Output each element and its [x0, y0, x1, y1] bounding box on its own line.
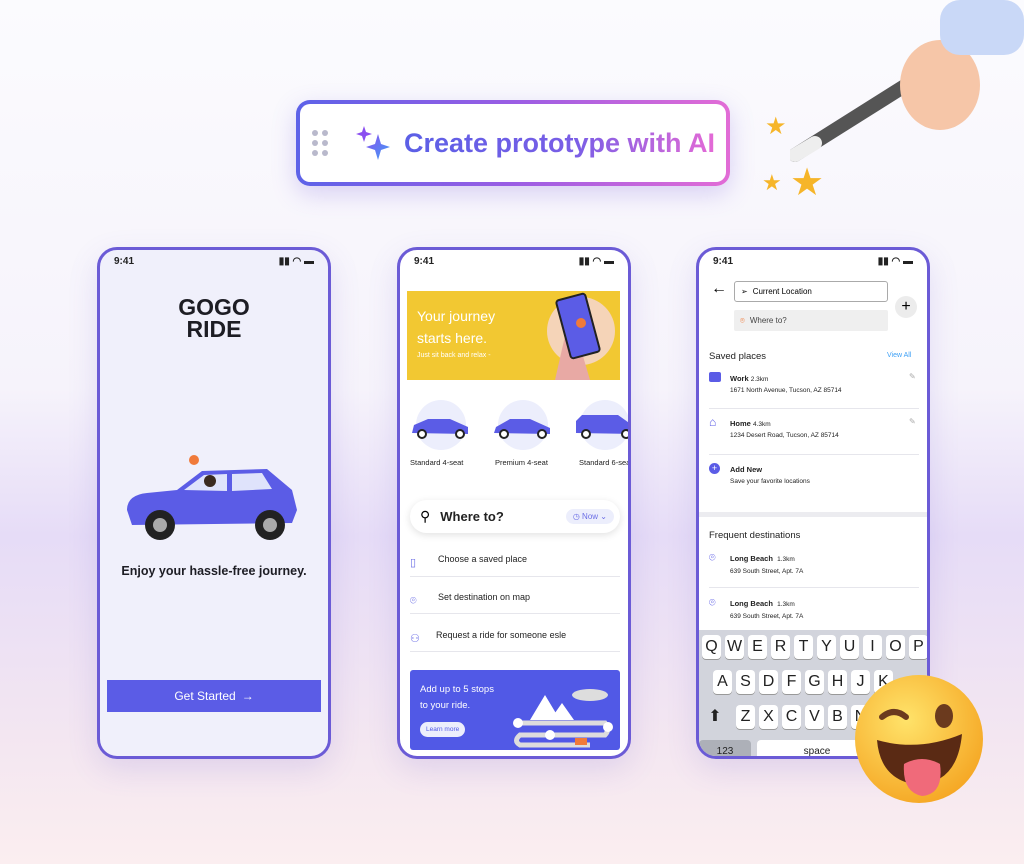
key[interactable]: X [759, 705, 778, 729]
key[interactable]: S [736, 670, 755, 694]
map-pin-icon: ⌾ [709, 597, 716, 609]
stops-promo-card[interactable]: Add up to 5 stops to your ride. Learn mor… [410, 670, 620, 750]
home-icon: ⌂ [709, 415, 717, 429]
hand-with-wand-illustration [788, 0, 1024, 165]
where-to-input[interactable]: ⌾ Where to? [734, 310, 888, 331]
time-chip[interactable]: ◷ Now ⌄ [565, 509, 614, 524]
key[interactable]: E [748, 635, 767, 659]
key[interactable]: Z [736, 705, 755, 729]
search-placeholder: Where to? [440, 509, 504, 524]
map-pin-icon: ⌾ [410, 595, 417, 607]
navigation-arrow-icon: ➢ [741, 287, 748, 296]
briefcase-icon [709, 372, 721, 382]
banner-title: starts here. [417, 330, 488, 346]
get-started-label: Get Started [174, 689, 236, 703]
car-standard-icon[interactable] [410, 415, 470, 440]
car-label: Premium 4-seat [495, 458, 548, 467]
status-icons: ▮▮ ◠ ▬ [578, 256, 614, 267]
learn-more-button[interactable]: Learn more [420, 722, 466, 737]
option-map-destination[interactable]: ⌾ Set destination on map [410, 591, 620, 609]
promo-title: to your ride. [420, 700, 471, 711]
journey-banner[interactable]: Your journey starts here. Just sit back … [407, 291, 620, 380]
car-premium-icon[interactable] [492, 415, 552, 440]
option-saved-place[interactable]: ▯ Choose a saved place [410, 553, 620, 571]
edit-icon[interactable]: ✎ [909, 417, 916, 426]
star-icon: ★ [762, 170, 782, 195]
winking-tongue-emoji [855, 675, 983, 803]
star-icon: ★ [790, 162, 825, 204]
phone-map-illustration [547, 292, 615, 380]
option-request-for-someone[interactable]: ⚇ Request a ride for someone esle [410, 629, 620, 647]
status-time: 9:41 [414, 256, 435, 267]
bookmark-icon: ▯ [410, 557, 417, 569]
key[interactable]: B [828, 705, 847, 729]
banner-subtitle: Just sit back and relax - [417, 352, 491, 359]
current-location-input[interactable]: ➢ Current Location [734, 281, 888, 302]
key[interactable]: R [771, 635, 790, 659]
create-prototype-ai-button[interactable]: Create prototype with AI [296, 100, 730, 186]
where-to-search[interactable]: ⚲ Where to? ◷ Now ⌄ [410, 500, 620, 533]
key[interactable]: U [840, 635, 859, 659]
banner-title: Your journey [417, 308, 496, 324]
status-icons: ▮▮ ◠ ▬ [877, 256, 913, 267]
numbers-key[interactable]: 123 [699, 740, 751, 756]
map-pin-icon: ⌾ [740, 315, 745, 325]
car-driver-illustration [127, 455, 297, 540]
add-stop-button[interactable]: + [895, 296, 917, 318]
car-suv-icon[interactable] [574, 413, 631, 440]
car-label: Standard 4-seat [410, 458, 464, 467]
view-all-link[interactable]: View All [887, 352, 911, 359]
saved-places-title: Saved places [709, 351, 767, 362]
key[interactable]: F [782, 670, 801, 694]
sparkles-icon [356, 126, 390, 160]
key[interactable]: A [713, 670, 732, 694]
key[interactable]: Y [817, 635, 836, 659]
tagline: Enjoy your hassle-free journey. [121, 564, 307, 578]
key[interactable]: T [794, 635, 813, 659]
key[interactable]: P [909, 635, 927, 659]
key[interactable]: C [782, 705, 801, 729]
key[interactable]: H [828, 670, 847, 694]
key[interactable]: I [863, 635, 882, 659]
arrow-right-icon: → [241, 689, 254, 703]
car-label: Standard 6-seat [579, 458, 631, 467]
back-arrow-icon[interactable]: ← [711, 280, 727, 298]
phone-welcome-screen: 9:41 ▮▮ ◠ ▬ GOGO RIDE Enjoy your hassle-fr… [97, 247, 331, 759]
get-started-button[interactable]: Get Started → [107, 680, 321, 712]
key[interactable]: V [805, 705, 824, 729]
search-icon: ⚲ [420, 508, 431, 524]
drag-handle-icon[interactable] [312, 130, 328, 156]
key[interactable]: D [759, 670, 778, 694]
edit-icon[interactable]: ✎ [909, 372, 916, 381]
key[interactable]: O [886, 635, 905, 659]
status-time: 9:41 [114, 256, 135, 267]
key[interactable]: G [805, 670, 824, 694]
section-divider [699, 512, 927, 517]
shift-key[interactable]: ⬆ [702, 705, 728, 729]
frequent-title: Frequent destinations [709, 530, 801, 541]
status-icons: ▮▮ ◠ ▬ [278, 256, 314, 267]
plus-circle-icon: + [709, 463, 720, 474]
user-plus-icon: ⚇ [410, 633, 420, 645]
key[interactable]: Q [702, 635, 721, 659]
gogo-ride-logo: GOGO RIDE [178, 294, 250, 342]
map-pin-icon: ⌾ [709, 552, 716, 564]
star-icon: ★ [765, 113, 787, 140]
route-illustration [513, 689, 613, 748]
key[interactable]: W [725, 635, 744, 659]
promo-title: Add up to 5 stops [420, 684, 494, 695]
cta-label: Create prototype with AI [404, 127, 716, 158]
phone-home-screen: 9:41 ▮▮ ◠ ▬ Your journey starts here. Jus… [397, 247, 631, 759]
status-time: 9:41 [713, 256, 734, 267]
